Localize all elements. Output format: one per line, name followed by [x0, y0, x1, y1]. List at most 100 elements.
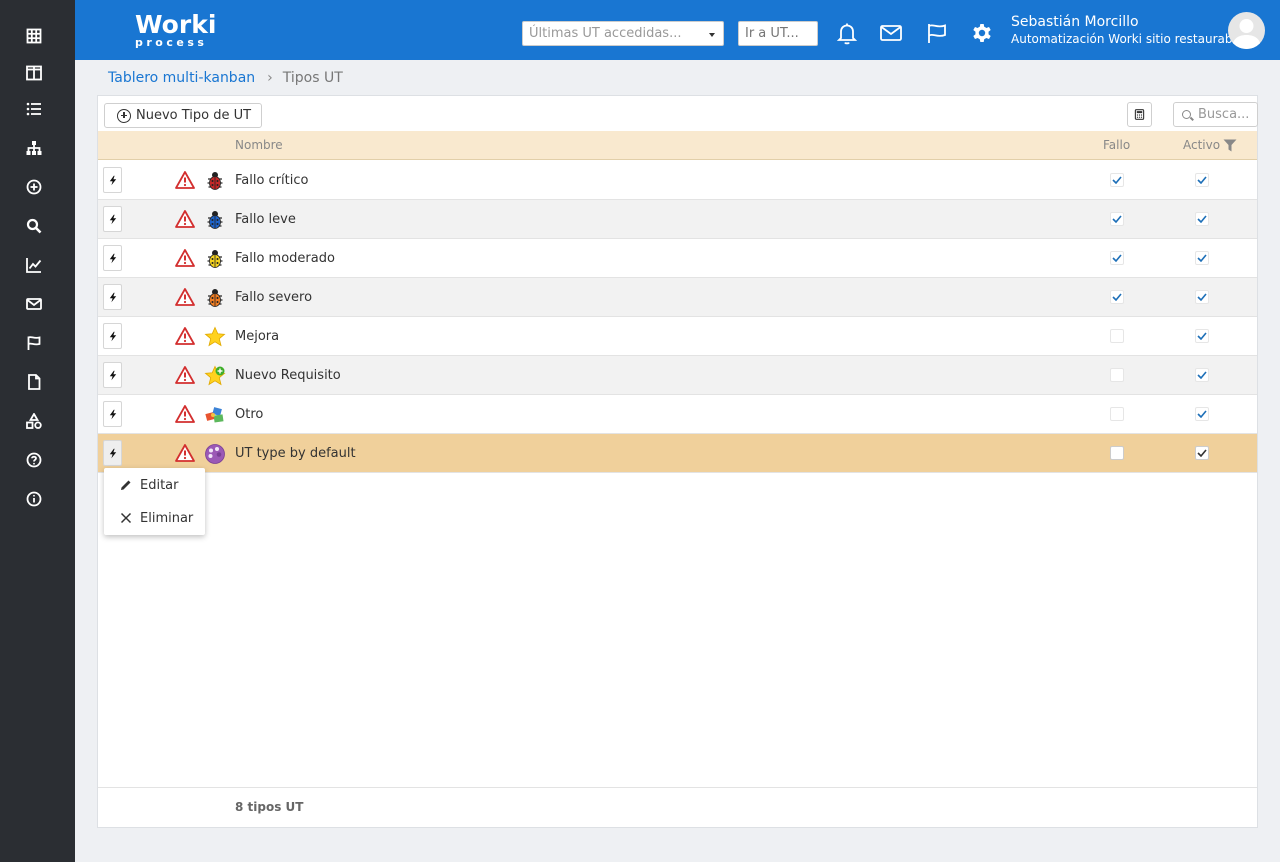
warning-icon: [175, 171, 195, 189]
fallo-checkbox[interactable]: [1110, 329, 1124, 343]
row-actions-button[interactable]: [103, 440, 122, 466]
new-ut-type-label: Nuevo Tipo de UT: [136, 108, 252, 123]
star-icon: [204, 326, 226, 348]
table-row[interactable]: Fallo leve: [98, 200, 1257, 239]
add-circle-icon[interactable]: [25, 178, 43, 196]
top-header: Worki process Últimas UT accedidas... Se…: [75, 0, 1280, 60]
breadcrumb: Tablero multi-kanban › Tipos UT: [108, 70, 343, 86]
calculator-icon: [1134, 109, 1145, 120]
fallo-checkbox[interactable]: [1110, 251, 1124, 265]
column-header-activo[interactable]: Activo: [1183, 138, 1220, 152]
chart-line-icon[interactable]: [25, 256, 43, 274]
row-name: Fallo leve: [235, 212, 296, 227]
menu-item-edit-label: Editar: [140, 477, 179, 493]
table-row[interactable]: Fallo crítico: [98, 161, 1257, 200]
new-ut-type-button[interactable]: Nuevo Tipo de UT: [104, 103, 263, 128]
recent-ut-placeholder: Últimas UT accedidas...: [529, 26, 682, 41]
red-bug-icon: [204, 170, 226, 192]
row-actions-button[interactable]: [103, 167, 122, 193]
warning-icon: [175, 444, 195, 462]
chevron-down-icon: [709, 33, 715, 37]
avatar[interactable]: [1228, 12, 1265, 49]
goto-ut-input[interactable]: [738, 21, 818, 46]
row-actions-button[interactable]: [103, 206, 122, 232]
table-row[interactable]: UT type by default: [98, 434, 1257, 473]
hierarchy-icon[interactable]: [25, 139, 43, 157]
column-header-name[interactable]: Nombre: [235, 138, 283, 152]
info-icon[interactable]: [25, 490, 43, 508]
search-icon[interactable]: [25, 217, 43, 235]
fallo-checkbox[interactable]: [1110, 368, 1124, 382]
grid-icon[interactable]: [25, 27, 43, 45]
menu-item-delete[interactable]: Eliminar: [104, 503, 205, 533]
breadcrumb-parent-link[interactable]: Tablero multi-kanban: [108, 70, 255, 86]
mail-icon[interactable]: [25, 295, 43, 313]
row-actions-button[interactable]: [103, 362, 122, 388]
logo-sub-text: process: [135, 36, 208, 49]
row-name: Fallo crítico: [235, 173, 309, 188]
row-actions-button[interactable]: [103, 284, 122, 310]
shapes-icon[interactable]: [25, 412, 43, 430]
menu-item-delete-label: Eliminar: [140, 510, 194, 526]
fallo-checkbox[interactable]: [1110, 407, 1124, 421]
flag-icon[interactable]: [25, 334, 43, 352]
star-plus-icon: [204, 365, 226, 387]
table-row[interactable]: Fallo moderado: [98, 239, 1257, 278]
help-icon[interactable]: [25, 451, 43, 469]
table-row[interactable]: Otro: [98, 395, 1257, 434]
fallo-checkbox[interactable]: [1110, 212, 1124, 226]
row-actions-button[interactable]: [103, 401, 122, 427]
menu-item-edit[interactable]: Editar: [104, 470, 205, 500]
row-actions-button[interactable]: [103, 323, 122, 349]
warning-icon: [175, 405, 195, 423]
activo-checkbox[interactable]: [1195, 329, 1209, 343]
row-name: Mejora: [235, 329, 280, 344]
mail-icon[interactable]: [878, 20, 904, 46]
user-name[interactable]: Sebastián Morcillo: [1011, 14, 1139, 30]
bell-icon[interactable]: [834, 20, 860, 46]
app-logo[interactable]: Worki process: [135, 12, 216, 49]
yellow-bug-icon: [204, 248, 226, 270]
flag-icon[interactable]: [924, 20, 950, 46]
activo-checkbox[interactable]: [1195, 290, 1209, 304]
row-actions-button[interactable]: [103, 245, 122, 271]
warning-icon: [175, 327, 195, 345]
gear-icon[interactable]: [969, 20, 995, 46]
fallo-checkbox[interactable]: [1110, 446, 1124, 460]
palette-icon: [204, 443, 226, 465]
warning-icon: [175, 288, 195, 306]
filter-icon[interactable]: [1223, 139, 1237, 152]
user-organization: Automatización Worki sitio restaurable: [1011, 32, 1244, 46]
activo-checkbox[interactable]: [1195, 446, 1209, 460]
puzzle-icon: [204, 404, 226, 426]
activo-checkbox[interactable]: [1195, 368, 1209, 382]
user-avatar-icon: [1232, 19, 1261, 49]
column-header-fallo[interactable]: Fallo: [1103, 138, 1130, 152]
table-row[interactable]: Nuevo Requisito: [98, 356, 1257, 395]
fallo-checkbox[interactable]: [1110, 173, 1124, 187]
ut-types-panel: Nuevo Tipo de UT Busca... Nombre Fallo A…: [97, 95, 1258, 828]
recent-ut-select[interactable]: Últimas UT accedidas...: [522, 21, 724, 46]
table-footer: 8 tipos UT: [98, 787, 1257, 827]
activo-checkbox[interactable]: [1195, 173, 1209, 187]
logo-main-text: Worki: [135, 10, 217, 39]
fallo-checkbox[interactable]: [1110, 290, 1124, 304]
list-icon[interactable]: [25, 100, 43, 118]
row-name: Nuevo Requisito: [235, 368, 341, 383]
search-placeholder: Busca...: [1198, 107, 1250, 122]
table-row[interactable]: Mejora: [98, 317, 1257, 356]
table-header: Nombre Fallo Activo: [98, 131, 1257, 160]
chevron-right-icon: ›: [267, 70, 273, 86]
activo-checkbox[interactable]: [1195, 407, 1209, 421]
search-input[interactable]: Busca...: [1173, 102, 1258, 127]
warning-icon: [175, 210, 195, 228]
row-context-menu: Editar Eliminar: [104, 468, 205, 535]
document-icon[interactable]: [25, 373, 43, 391]
add-circle-icon: [117, 108, 131, 123]
calculator-button[interactable]: [1127, 102, 1152, 127]
breadcrumb-current: Tipos UT: [282, 70, 343, 86]
columns-icon[interactable]: [25, 64, 43, 82]
activo-checkbox[interactable]: [1195, 251, 1209, 265]
activo-checkbox[interactable]: [1195, 212, 1209, 226]
table-row[interactable]: Fallo severo: [98, 278, 1257, 317]
